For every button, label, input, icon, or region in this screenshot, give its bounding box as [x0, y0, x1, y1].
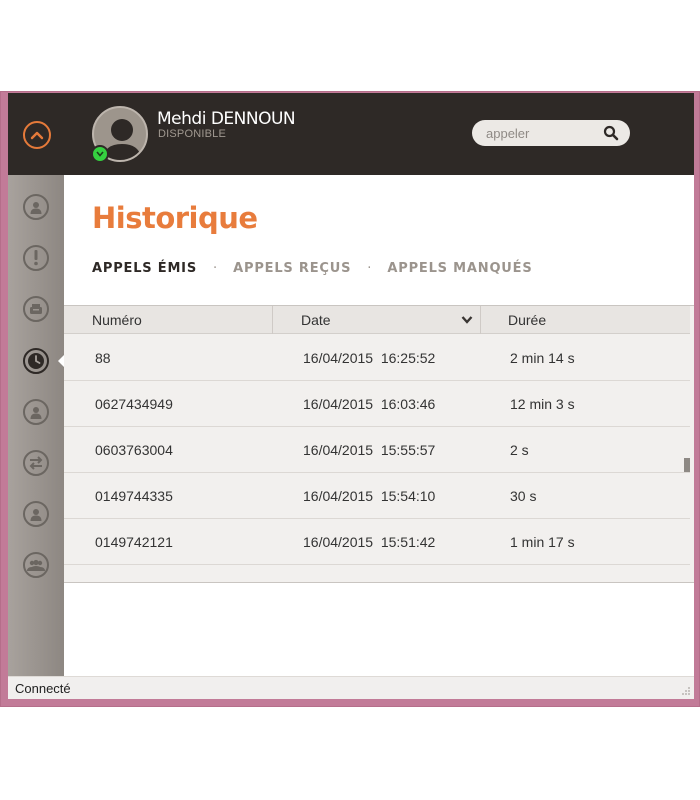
- sidebar-item-group[interactable]: [23, 552, 49, 578]
- contact-icon: [30, 509, 42, 521]
- column-header-date[interactable]: Date: [301, 306, 331, 334]
- cell-number: 88: [95, 350, 111, 366]
- cell-date: 16/04/2015 16:03:46: [303, 396, 436, 412]
- sidebar-item-transfer[interactable]: [23, 450, 49, 476]
- cell-duration: 12 min 3 s: [510, 396, 575, 412]
- tab-outgoing-calls[interactable]: APPELS ÉMIS: [92, 261, 197, 276]
- tab-incoming-calls[interactable]: APPELS REÇUS: [233, 261, 351, 276]
- table-header: Numéro Date Durée: [64, 306, 690, 334]
- table-row[interactable]: 0149744335 16/04/2015 15:54:10 30 s: [64, 473, 690, 519]
- chevron-down-icon: [96, 151, 104, 157]
- column-header-number[interactable]: Numéro: [92, 306, 142, 334]
- scrollbar-thumb[interactable]: [684, 458, 690, 472]
- cell-duration: 2 min 14 s: [510, 350, 575, 366]
- resize-grip-icon[interactable]: [681, 686, 691, 696]
- cell-number: 0149742121: [95, 534, 173, 550]
- history-tabs: APPELS ÉMIS · APPELS REÇUS · APPELS MANQ…: [92, 261, 533, 276]
- clock-icon: [28, 353, 44, 369]
- alert-icon: [34, 250, 38, 266]
- sidebar-item-contacts[interactable]: [23, 194, 49, 220]
- group-icon: [27, 559, 45, 571]
- cell-date: 16/04/2015 16:25:52: [303, 350, 436, 366]
- cell-duration: 2 s: [510, 442, 529, 458]
- column-divider[interactable]: [272, 306, 273, 334]
- status-bar: Connecté: [8, 676, 694, 699]
- contact-icon: [30, 202, 42, 214]
- sidebar-item-contact-2[interactable]: [23, 399, 49, 425]
- tab-separator: ·: [367, 261, 372, 276]
- search-input[interactable]: [486, 124, 596, 142]
- call-history-table: Numéro Date Durée 88 16/04/2015 16:25:52…: [64, 305, 694, 583]
- sidebar-item-contact-3[interactable]: [23, 501, 49, 527]
- cell-date: 16/04/2015 15:55:57: [303, 442, 436, 458]
- app-window: Mehdi DENNOUN DISPONIBLE appeler Histori…: [0, 91, 700, 707]
- table-scrollbar[interactable]: [684, 335, 690, 582]
- cell-number: 0603763004: [95, 442, 173, 458]
- contact-icon: [30, 407, 42, 419]
- cell-number: 0627434949: [95, 396, 173, 412]
- cell-date: 16/04/2015 15:51:42: [303, 534, 436, 550]
- table-row[interactable]: 0627434949 16/04/2015 16:03:46 12 min 3 …: [64, 381, 690, 427]
- sidebar-item-alerts[interactable]: [23, 245, 49, 271]
- cell-duration: 30 s: [510, 488, 537, 504]
- column-header-duration[interactable]: Durée: [508, 306, 546, 334]
- sort-descending-icon[interactable]: [461, 315, 473, 325]
- collapse-button[interactable]: [23, 121, 51, 149]
- cell-duration: 1 min 17 s: [510, 534, 575, 550]
- search-box: [472, 120, 630, 146]
- user-status: DISPONIBLE: [158, 128, 227, 140]
- tab-separator: ·: [213, 261, 218, 276]
- cell-number: 0149744335: [95, 488, 173, 504]
- main-content: Historique APPELS ÉMIS · APPELS REÇUS · …: [64, 175, 694, 676]
- sidebar-item-voicemail[interactable]: [23, 296, 49, 322]
- page-title: Historique: [92, 201, 258, 235]
- tab-missed-calls[interactable]: APPELS MANQUÉS: [387, 261, 532, 276]
- chevron-up-icon: [30, 131, 44, 140]
- transfer-icon: [29, 456, 43, 470]
- presence-dropdown[interactable]: [91, 145, 109, 163]
- table-row[interactable]: 88 16/04/2015 16:25:52 2 min 14 s: [64, 335, 690, 381]
- sidebar: [8, 175, 65, 676]
- cell-date: 16/04/2015 15:54:10: [303, 488, 436, 504]
- sidebar-item-history[interactable]: [23, 348, 49, 374]
- table-row[interactable]: 0149742121 16/04/2015 15:51:42 1 min 17 …: [64, 519, 690, 565]
- user-name: Mehdi DENNOUN: [157, 109, 296, 129]
- voicemail-icon: [30, 304, 42, 314]
- search-icon[interactable]: [603, 125, 619, 141]
- top-bar: Mehdi DENNOUN DISPONIBLE: [8, 93, 694, 175]
- table-row[interactable]: 0603763004 16/04/2015 15:55:57 2 s: [64, 427, 690, 473]
- column-divider[interactable]: [480, 306, 481, 334]
- connection-status: Connecté: [15, 681, 71, 696]
